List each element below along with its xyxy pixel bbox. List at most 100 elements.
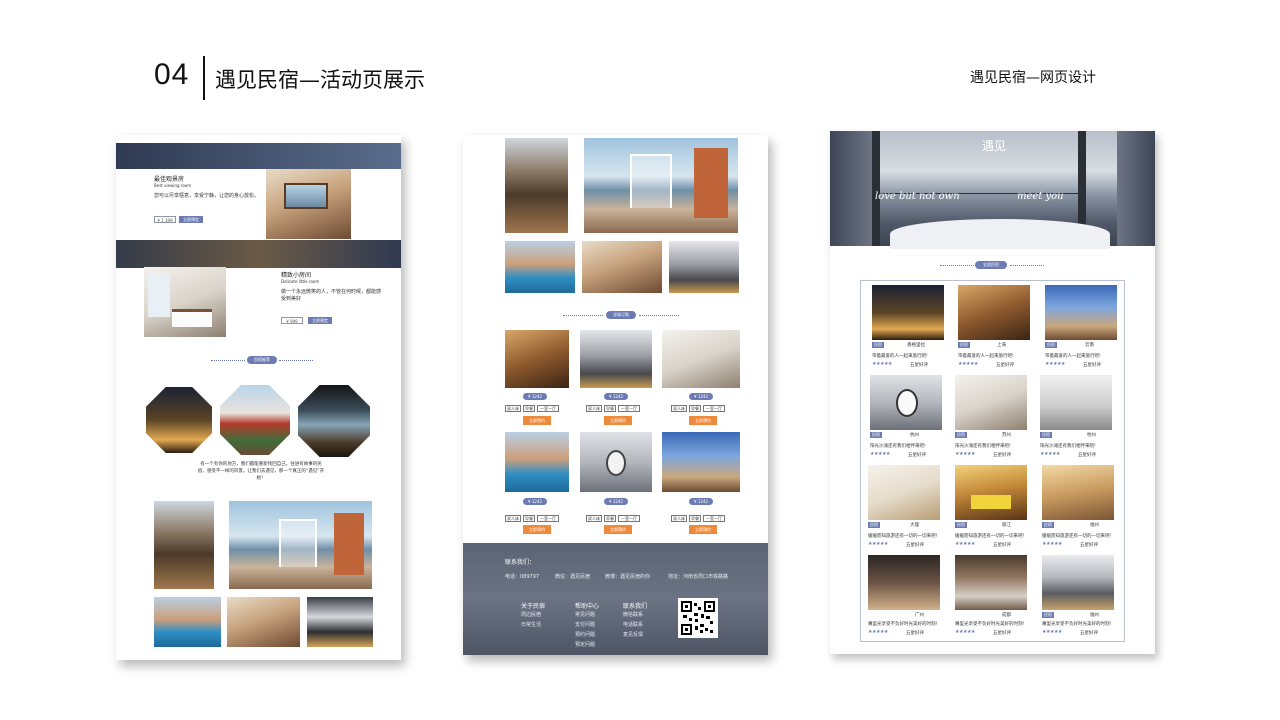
listing-photo[interactable]	[868, 465, 940, 520]
listing-price-5: ¥ 1242	[604, 498, 628, 505]
gallery-photo-room	[227, 597, 300, 647]
listing-label: 民宿	[1040, 432, 1052, 438]
listing-photo[interactable]	[1042, 465, 1114, 520]
star-rating-icon: ★★★★★	[955, 629, 975, 635]
footer-col1-item[interactable]: 周边民宿	[521, 611, 541, 618]
listing-tag-room-5: 一室一厅	[618, 515, 640, 522]
listing-tag-room-3: 一室一厅	[703, 405, 725, 412]
listing-rating-text: 五星好评	[993, 631, 1011, 636]
octagon-photo-1	[146, 387, 212, 453]
listing-description: 带着最爱的人一起来旅行吧!	[872, 354, 928, 359]
listing-tag-breakfast-1: 早餐	[523, 405, 535, 412]
listing-book-button-2[interactable]: 立即预约	[604, 416, 632, 425]
star-rating-icon: ★★★★★	[955, 541, 975, 547]
mockup-activity-page-2: 全球订购 ¥ 1242 双人床 早餐 一室一厅 立即预约 ¥ 1242 双人床 …	[463, 135, 768, 655]
top-photo-terrace	[505, 138, 568, 233]
middle-banner-image	[116, 240, 401, 268]
listing-tag-breakfast-4: 早餐	[523, 515, 535, 522]
listing-city: 大理	[910, 523, 919, 528]
listing-description: 带着最爱的人一起来旅行吧!	[1045, 354, 1101, 359]
footer-col3-item[interactable]: 微信联系	[623, 611, 643, 618]
footer-col2-item[interactable]: 预定问题	[575, 641, 595, 648]
listing-description: 阳光沙滩还有我们相伴来吧!	[1040, 444, 1096, 449]
listing-tag-breakfast-5: 早餐	[604, 515, 616, 522]
listing-book-button-6[interactable]: 立即预约	[689, 525, 717, 534]
listing-description: 嘴里光享受不负好时光美好的时刻!	[868, 622, 938, 627]
listing-photo-1	[505, 330, 569, 388]
listing-label: 民宿	[1045, 342, 1057, 348]
bathtub-shape	[890, 219, 1110, 249]
divider-left	[211, 360, 245, 361]
octagon-photo-2	[220, 385, 290, 455]
listing-label: 民宿	[1042, 522, 1054, 528]
qr-code-icon	[678, 598, 718, 638]
footer-weibo: 微博：遇见民宿的你	[605, 574, 651, 580]
star-rating-icon: ★★★★★	[870, 451, 890, 457]
listing-price-1: ¥ 1242	[523, 393, 547, 400]
star-rating-icon: ★★★★★	[958, 361, 978, 367]
listing-city: 上海	[997, 343, 1006, 348]
footer-address: 地址：河南省周口市铁路路	[668, 574, 729, 580]
listing-tag-room-1: 一室一厅	[537, 405, 559, 412]
gallery-photo-pool	[154, 597, 221, 647]
header-divider	[203, 56, 205, 100]
listing-photo[interactable]	[1040, 375, 1112, 430]
listing-photo[interactable]	[955, 555, 1027, 610]
footer-col2-item[interactable]: 支付问题	[575, 621, 595, 628]
listing-label: 民宿	[872, 342, 884, 348]
listing-book-button-1[interactable]: 立即预约	[523, 416, 551, 425]
listing-photo[interactable]	[1042, 555, 1114, 610]
listing-tag-breakfast-2: 早餐	[604, 405, 616, 412]
listing-photo-2	[580, 330, 652, 388]
hero-title: 遇见	[982, 139, 1007, 153]
star-rating-icon: ★★★★★	[1040, 451, 1060, 457]
listing-photo[interactable]	[955, 375, 1027, 430]
listing-photo[interactable]	[1045, 285, 1117, 340]
octagon-photo-3	[298, 385, 370, 457]
star-rating-icon: ★★★★★	[955, 451, 975, 457]
top-photo-canopy-bed	[584, 138, 738, 233]
hero-bathtub-image: 遇见 love but not own meet you	[830, 131, 1155, 249]
listing-photo[interactable]	[872, 285, 944, 340]
footer-col3-item[interactable]: 电话联系	[623, 621, 643, 628]
listing-description: 阳光沙滩还有我们相伴来吧!	[955, 444, 1011, 449]
footer-col2-item[interactable]: 预约问题	[575, 631, 595, 638]
listing-description: 嘴里光享受不负好时光美好的时刻!	[1042, 622, 1112, 627]
listing-photo[interactable]	[868, 555, 940, 610]
section-pill-booking: 全球订购	[606, 311, 636, 319]
listing-book-button-4[interactable]: 立即预约	[523, 525, 551, 534]
footer-col1-item[interactable]: 日常生活	[521, 621, 541, 628]
feature1-subtitle: Best viewing room	[154, 183, 192, 188]
gallery-photo-terrace	[154, 501, 214, 589]
listing-photo[interactable]	[955, 465, 1027, 520]
listing-book-button-5[interactable]: 立即预约	[604, 525, 632, 534]
divider-left	[940, 265, 974, 266]
star-rating-icon: ★★★★★	[872, 361, 892, 367]
listing-label: 民宿	[955, 432, 967, 438]
listing-photo[interactable]	[958, 285, 1030, 340]
hero-left-tagline: love but not own	[875, 191, 960, 202]
section-pill-all: 全部民宿	[975, 261, 1007, 269]
star-rating-icon: ★★★★★	[1045, 361, 1065, 367]
footer-col2-item[interactable]: 常见问题	[575, 611, 595, 618]
divider-left	[563, 315, 603, 316]
listing-label: 民宿	[1042, 612, 1054, 618]
feature2-room-photo	[144, 267, 226, 337]
listing-tag-bed-4: 双人床	[505, 515, 521, 522]
listing-tag-breakfast-6: 早餐	[689, 515, 701, 522]
divider-right	[279, 360, 313, 361]
listing-city: 云南	[1085, 343, 1094, 348]
gallery-photo-gate	[307, 597, 373, 647]
listing-book-button-3[interactable]: 立即预约	[689, 416, 717, 425]
listing-price-6: ¥ 1242	[689, 498, 713, 505]
listing-tag-bed-2: 双人床	[586, 405, 602, 412]
listing-rating-text: 五星好评	[908, 453, 926, 458]
feature2-book-button[interactable]: 立即预定	[308, 317, 332, 324]
feature1-price: ¥ 1 399	[154, 216, 176, 223]
section-pill-recommend: 民宿推荐	[247, 356, 277, 364]
footer-col3-item[interactable]: 意见反馈	[623, 631, 643, 638]
listing-tag-room-2: 一室一厅	[618, 405, 640, 412]
feature1-book-button[interactable]: 立即预定	[179, 216, 203, 223]
listing-photo-3	[662, 330, 740, 388]
listing-photo[interactable]	[870, 375, 942, 430]
